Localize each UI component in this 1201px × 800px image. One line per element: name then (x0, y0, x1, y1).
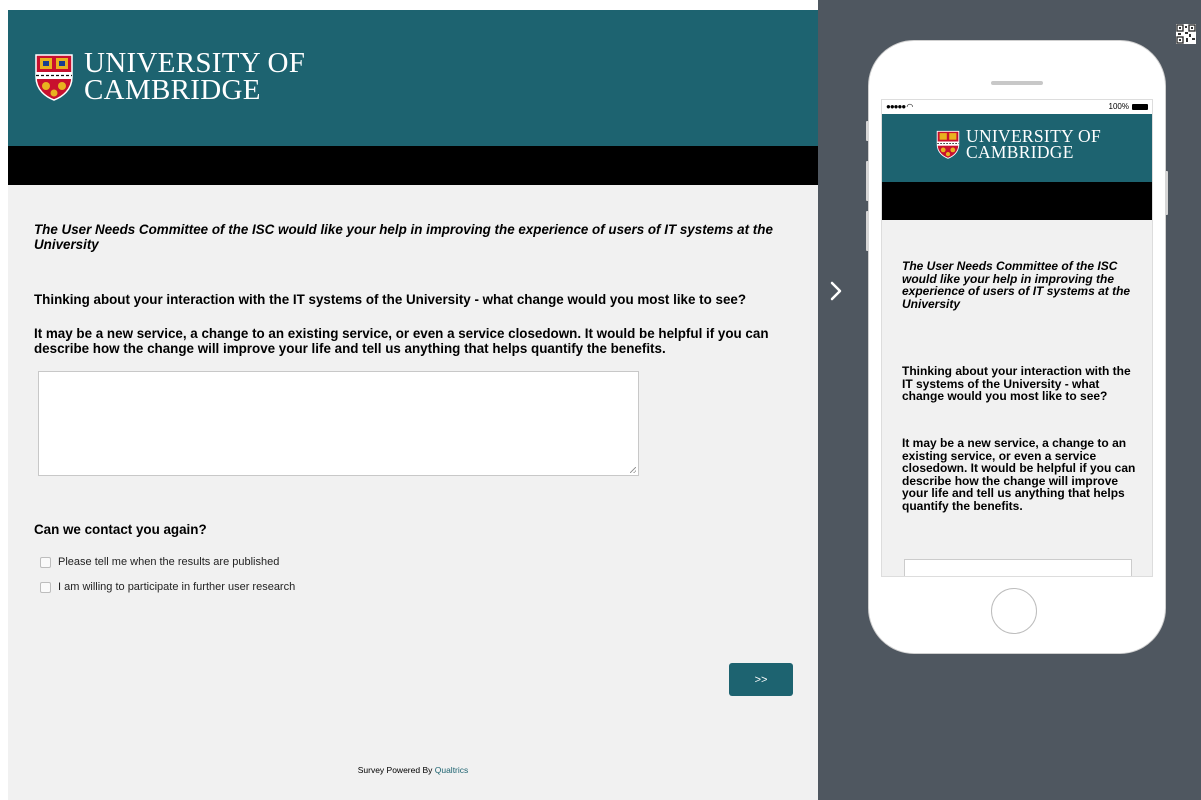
mobile-black-bar (882, 182, 1152, 220)
wordmark-line-2: CAMBRIDGE (966, 142, 1074, 163)
phone-frame: ●●●●● ◠ 100% UNIVERSITY OF CAMBRIDGE The… (866, 40, 1168, 654)
option-label: I am willing to participate in further u… (58, 581, 296, 593)
phone-status-bar: ●●●●● ◠ 100% (882, 100, 1152, 114)
cambridge-shield-icon (936, 130, 960, 159)
wifi-icon: ◠ (906, 102, 913, 111)
footer: Survey Powered By Qualtrics (8, 765, 818, 775)
question-detail: It may be a new service, a change to an … (34, 326, 769, 356)
battery-icon (1132, 103, 1148, 110)
footer-text: Survey Powered By (357, 765, 435, 775)
survey-intro: The User Needs Committee of the ISC woul… (34, 222, 773, 252)
header-black-bar (8, 146, 818, 185)
phone-side-button (866, 211, 869, 251)
mobile-preview-panel: ●●●●● ◠ 100% UNIVERSITY OF CAMBRIDGE The… (818, 0, 1201, 800)
university-logo: UNIVERSITY OF CAMBRIDGE (34, 47, 306, 106)
mobile-header: UNIVERSITY OF CAMBRIDGE (882, 114, 1152, 182)
checkbox[interactable] (40, 556, 51, 568)
contact-question: Can we contact you again? (34, 522, 207, 537)
mobile-survey-intro: The User Needs Committee of the ISC woul… (902, 259, 1131, 311)
mobile-university-logo: UNIVERSITY OF CAMBRIDGE (936, 127, 1101, 163)
phone-side-button (866, 161, 869, 201)
mobile-question-title: Thinking about your interaction with the… (902, 364, 1131, 403)
phone-side-button (866, 121, 869, 141)
signal-dots: ●●●●● (886, 102, 907, 111)
phone-screen: ●●●●● ◠ 100% UNIVERSITY OF CAMBRIDGE The… (881, 99, 1153, 577)
option-user-research[interactable]: I am willing to participate in further u… (40, 581, 295, 593)
resize-handle-icon[interactable] (630, 467, 636, 473)
signal-indicator: ●●●●● ◠ (886, 102, 913, 111)
wordmark-line-2: CAMBRIDGE (84, 73, 261, 106)
battery-percent: 100% (1108, 102, 1129, 111)
next-button[interactable]: >> (729, 663, 793, 696)
qualtrics-link[interactable]: Qualtrics (435, 765, 469, 775)
mobile-question-detail: It may be a new service, a change to an … (902, 436, 1136, 513)
mobile-answer-textarea[interactable] (904, 559, 1132, 576)
qr-code-icon[interactable] (1176, 24, 1196, 44)
mobile-wordmark: UNIVERSITY OF CAMBRIDGE (966, 127, 1101, 163)
survey-header: UNIVERSITY OF CAMBRIDGE (8, 10, 818, 146)
chevron-right-icon[interactable] (828, 279, 844, 303)
answer-textarea[interactable] (38, 371, 639, 476)
survey-page: UNIVERSITY OF CAMBRIDGE The User Needs C… (8, 10, 818, 800)
option-results-published[interactable]: Please tell me when the results are publ… (40, 556, 279, 568)
university-wordmark: UNIVERSITY OF CAMBRIDGE (84, 47, 306, 106)
option-label: Please tell me when the results are publ… (58, 556, 280, 568)
cambridge-shield-icon (35, 53, 73, 101)
phone-side-button (1165, 171, 1168, 215)
wordmark-line-1: UNIVERSITY OF (84, 47, 306, 79)
phone-home-button (991, 588, 1037, 634)
battery-indicator: 100% (1109, 102, 1148, 111)
checkbox[interactable] (40, 581, 51, 593)
question-title: Thinking about your interaction with the… (34, 292, 747, 307)
phone-speaker (991, 81, 1043, 85)
